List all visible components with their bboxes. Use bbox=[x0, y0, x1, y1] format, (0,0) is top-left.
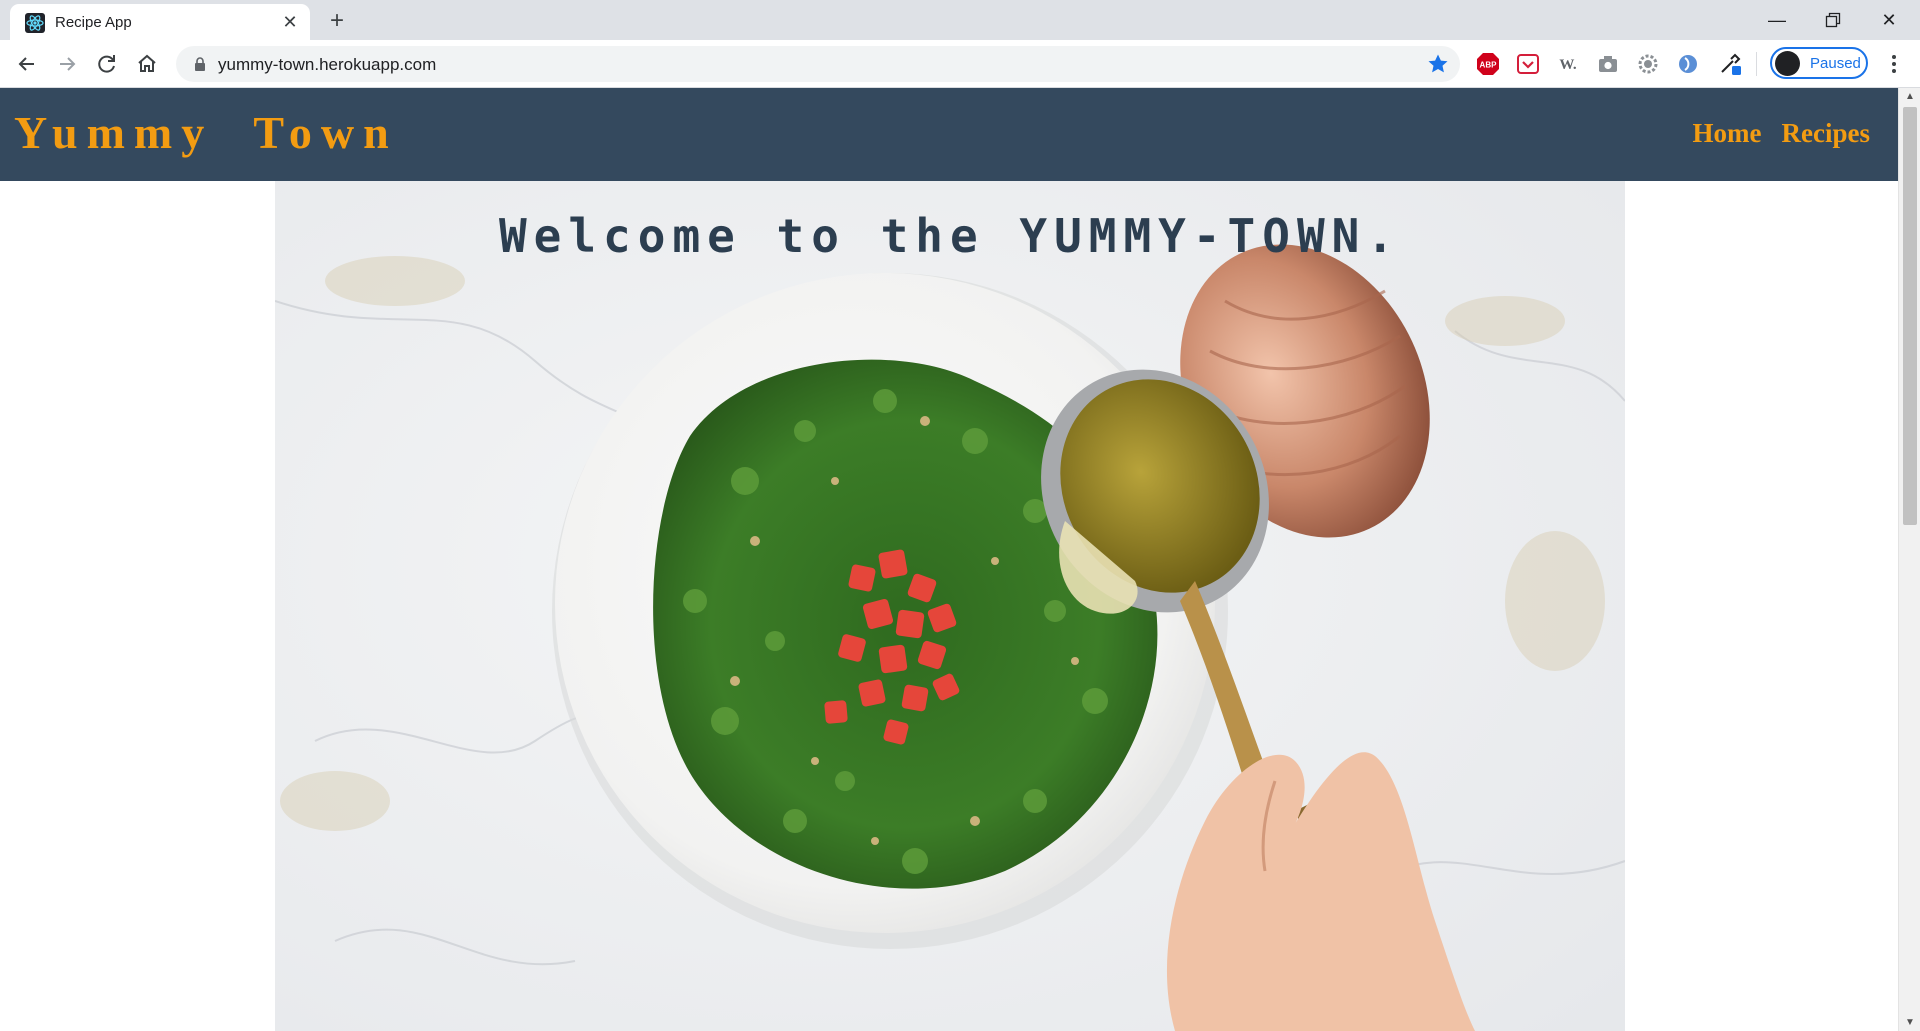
eyedropper-extension-icon[interactable] bbox=[1718, 52, 1742, 76]
hero-welcome-title: Welcome to the YUMMY-TOWN. bbox=[498, 209, 1402, 263]
profile-status: Paused bbox=[1810, 55, 1861, 72]
scrollbar-thumb[interactable] bbox=[1903, 107, 1917, 525]
reload-icon[interactable] bbox=[92, 49, 122, 79]
scroll-down-arrow-icon[interactable]: ▼ bbox=[1899, 1014, 1920, 1031]
back-icon[interactable] bbox=[12, 49, 42, 79]
browser-tab-strip: Recipe App ✕ + — ✕ bbox=[0, 0, 1920, 40]
nav-home-link[interactable]: Home bbox=[1693, 118, 1762, 149]
site-navbar: Yummy Town Home Recipes bbox=[0, 88, 1898, 181]
hero-image bbox=[275, 181, 1625, 1031]
new-tab-button[interactable]: + bbox=[324, 9, 350, 35]
restore-button[interactable] bbox=[1806, 4, 1860, 36]
url-text: yummy-town.herokuapp.com bbox=[218, 55, 437, 74]
close-tab-icon[interactable]: ✕ bbox=[280, 12, 300, 32]
nav-recipes-link[interactable]: Recipes bbox=[1782, 118, 1870, 149]
brand-logo-link[interactable]: Yummy Town bbox=[14, 106, 398, 159]
nav-links: Home Recipes bbox=[1693, 118, 1870, 149]
scroll-up-arrow-icon[interactable]: ▲ bbox=[1899, 88, 1920, 105]
address-bar[interactable]: yummy-town.herokuapp.com bbox=[176, 46, 1460, 82]
browser-toolbar: yummy-town.herokuapp.com ABP W. Paused bbox=[0, 40, 1920, 88]
page-scrollbar[interactable]: ▲ ▼ bbox=[1898, 88, 1920, 1031]
hero-section: Welcome to the YUMMY-TOWN. bbox=[275, 181, 1625, 1031]
forward-icon[interactable] bbox=[52, 49, 82, 79]
page-viewport: Yummy Town Home Recipes Welcome to the Y… bbox=[0, 88, 1920, 1031]
wikipedia-icon[interactable]: W. bbox=[1556, 52, 1580, 76]
gear-extension-icon[interactable] bbox=[1636, 52, 1660, 76]
browser-tab[interactable]: Recipe App ✕ bbox=[10, 4, 310, 40]
tab-title: Recipe App bbox=[55, 14, 132, 31]
avatar bbox=[1775, 51, 1800, 76]
restore-icon bbox=[1825, 12, 1841, 28]
react-icon bbox=[25, 13, 45, 33]
bookmark-star-icon[interactable] bbox=[1426, 52, 1450, 76]
adblock-icon[interactable]: ABP bbox=[1476, 52, 1500, 76]
toolbar-divider bbox=[1756, 52, 1757, 76]
pocket-icon[interactable] bbox=[1516, 52, 1540, 76]
home-icon[interactable] bbox=[132, 49, 162, 79]
minimize-button[interactable]: — bbox=[1750, 4, 1804, 36]
adblock-label: ABP bbox=[1480, 61, 1498, 70]
kebab-menu-icon[interactable] bbox=[1882, 50, 1906, 78]
camera-icon[interactable] bbox=[1596, 52, 1620, 76]
lock-icon bbox=[195, 57, 205, 71]
wikipedia-label: W. bbox=[1559, 57, 1577, 73]
circle-extension-icon[interactable] bbox=[1676, 52, 1700, 76]
close-window-button[interactable]: ✕ bbox=[1862, 4, 1916, 36]
profile-button[interactable]: Paused bbox=[1770, 47, 1868, 79]
